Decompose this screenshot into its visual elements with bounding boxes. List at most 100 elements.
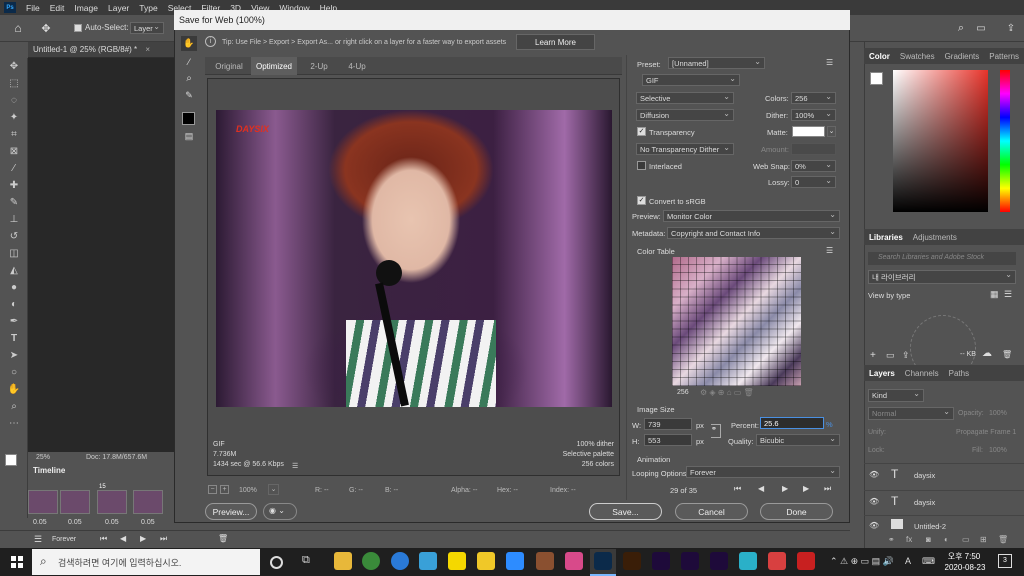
upload-icon[interactable]: ⇪ xyxy=(902,350,910,361)
eyedropper-tool-icon[interactable]: ⁄ xyxy=(0,160,28,177)
learn-more-button[interactable]: Learn More xyxy=(516,34,595,50)
bird-app-icon[interactable] xyxy=(419,552,437,570)
interlaced-checkbox[interactable] xyxy=(637,161,646,170)
new-layer-icon[interactable]: ⊞ xyxy=(980,535,987,544)
opacity-value[interactable]: 100% xyxy=(989,410,1007,417)
trash-icon[interactable]: 🗑 xyxy=(998,535,1008,544)
layer-row[interactable]: 👁 T daysix xyxy=(864,463,1024,485)
history-brush-icon[interactable]: ↺ xyxy=(0,228,28,245)
looping-dropdown[interactable]: Forever xyxy=(686,466,840,478)
timeline-frame[interactable] xyxy=(60,490,90,514)
task-view-icon[interactable]: ⧉ xyxy=(302,554,310,567)
healing-brush-icon[interactable]: ✚ xyxy=(0,177,28,194)
timeline-tab[interactable]: Timeline xyxy=(28,464,68,477)
frame-delay[interactable]: 0.05 xyxy=(105,519,119,526)
pen-tool-icon[interactable]: ✒ xyxy=(0,313,28,330)
move-tool-icon[interactable]: ✥ xyxy=(38,21,54,35)
eyedropper-color-swatch[interactable] xyxy=(182,112,195,125)
loop-dropdown[interactable]: Forever xyxy=(52,536,76,543)
frame-delay[interactable]: 0.05 xyxy=(141,519,155,526)
foreground-color-swatch[interactable] xyxy=(5,454,17,466)
propagate-frame[interactable]: Propagate Frame 1 xyxy=(956,429,1016,436)
close-icon[interactable]: × xyxy=(145,45,150,54)
zoom-tool-icon[interactable]: ⌕ xyxy=(0,398,28,415)
percent-field[interactable]: 25.6 xyxy=(760,417,824,429)
sticky-notes-icon[interactable] xyxy=(477,552,495,570)
app-icon[interactable] xyxy=(739,552,757,570)
add-icon[interactable]: + xyxy=(870,350,876,361)
save-button[interactable]: Save... xyxy=(589,503,662,520)
dither-amount-dropdown[interactable]: 100% xyxy=(791,109,836,121)
tab-4up[interactable]: 4-Up xyxy=(339,57,375,75)
mask-icon[interactable]: ◙ xyxy=(926,535,931,544)
hand-tool-icon[interactable]: ✋ xyxy=(181,36,197,51)
toggle-slices-icon[interactable]: ▤ xyxy=(181,130,197,143)
timeline-menu-icon[interactable]: ☰ xyxy=(34,534,42,545)
clock-date[interactable]: 2020-08-23 xyxy=(940,563,990,572)
taskbar-search[interactable]: 검색하려면 여기에 입력하십시오. xyxy=(32,549,260,575)
marquee-tool-icon[interactable]: ⬚ xyxy=(0,75,28,92)
menu-edit[interactable]: Edit xyxy=(45,3,70,13)
frame-delay[interactable]: 0.05 xyxy=(33,519,47,526)
tab-original[interactable]: Original xyxy=(209,57,249,75)
cancel-button[interactable]: Cancel xyxy=(675,503,748,520)
keyboard-icon[interactable]: ⌨ xyxy=(922,556,935,567)
timeline-frame[interactable] xyxy=(28,490,58,514)
zoom-app-icon[interactable] xyxy=(506,552,524,570)
tab-patterns[interactable]: Patterns xyxy=(984,52,1024,61)
view-by-type[interactable]: View by type xyxy=(868,291,910,300)
group-icon[interactable]: ▭ xyxy=(962,535,970,544)
constrain-link-icon[interactable]: ⚭ xyxy=(711,424,721,438)
path-select-icon[interactable]: ➤ xyxy=(0,347,28,364)
width-field[interactable]: 739 xyxy=(644,418,692,430)
brush-tool-icon[interactable]: ✎ xyxy=(0,194,28,211)
color-reduction-dropdown[interactable]: Selective xyxy=(636,92,734,104)
slice-select-icon[interactable]: ⁄ xyxy=(181,54,197,69)
auto-select-dropdown[interactable]: Layer xyxy=(130,22,164,34)
format-dropdown[interactable]: GIF xyxy=(642,74,740,86)
next-frame-icon[interactable]: ▶ xyxy=(803,484,809,493)
library-search[interactable]: Search Libraries and Adobe Stock xyxy=(868,252,1016,265)
illustrator-icon[interactable] xyxy=(623,552,641,570)
link-icon[interactable]: ⚭ xyxy=(888,535,895,544)
paint-bucket-icon[interactable]: ◭ xyxy=(0,262,28,279)
premiere-icon[interactable] xyxy=(652,552,670,570)
folder-icon[interactable]: ▭ xyxy=(886,350,895,361)
after-effects-icon[interactable] xyxy=(681,552,699,570)
app-icon[interactable] xyxy=(768,552,786,570)
workspace-icon[interactable]: ▭ xyxy=(974,21,988,35)
stamp-tool-icon[interactable]: ⊥ xyxy=(0,211,28,228)
transparency-dither-dropdown[interactable]: No Transparency Dither xyxy=(636,143,734,155)
zoom-value[interactable]: 100% xyxy=(239,487,257,494)
preview-image[interactable]: DAYSIX xyxy=(216,110,612,407)
websnap-dropdown[interactable]: 0% xyxy=(791,160,836,172)
layer-row[interactable]: 👁 Untitled-2 xyxy=(864,515,1024,533)
system-tray-icons[interactable]: ⌃ ⚠ ⊕ ▭ ▤ 🔊 xyxy=(830,556,894,567)
search-icon[interactable]: ⌕ xyxy=(954,21,968,35)
visibility-eye-icon[interactable]: 👁 xyxy=(869,521,879,530)
blend-mode-dropdown[interactable]: Normal xyxy=(868,407,954,420)
colors-dropdown[interactable]: 256 xyxy=(791,92,836,104)
tab-gradients[interactable]: Gradients xyxy=(940,52,985,61)
color-table-grid[interactable] xyxy=(672,257,801,386)
color-field[interactable] xyxy=(893,70,988,212)
zoom-level[interactable]: 25% xyxy=(36,454,50,461)
matte-color-swatch[interactable] xyxy=(792,126,825,137)
notification-icon[interactable]: 3 xyxy=(998,554,1012,568)
lasso-tool-icon[interactable]: ◌ xyxy=(0,92,28,109)
menu-type[interactable]: Type xyxy=(134,3,162,13)
app-icon[interactable] xyxy=(797,552,815,570)
preset-dropdown[interactable]: [Unnamed] xyxy=(668,57,765,69)
trash-icon[interactable]: 🗑 xyxy=(1002,350,1012,359)
cortana-icon[interactable] xyxy=(270,556,283,569)
menu-image[interactable]: Image xyxy=(69,3,103,13)
adjustment-icon[interactable]: ◐ xyxy=(944,535,949,544)
zoom-tool-icon[interactable]: ⌕ xyxy=(181,71,197,86)
quality-dropdown[interactable]: Bicubic xyxy=(756,434,840,446)
shape-tool-icon[interactable]: ○ xyxy=(0,364,28,381)
visibility-eye-icon[interactable]: 👁 xyxy=(869,497,879,506)
share-icon[interactable]: ⇪ xyxy=(1004,21,1018,35)
next-frame-icon[interactable]: ⏭ xyxy=(160,534,167,544)
timeline-frame[interactable] xyxy=(133,490,163,514)
photoshop-icon[interactable] xyxy=(594,552,612,570)
